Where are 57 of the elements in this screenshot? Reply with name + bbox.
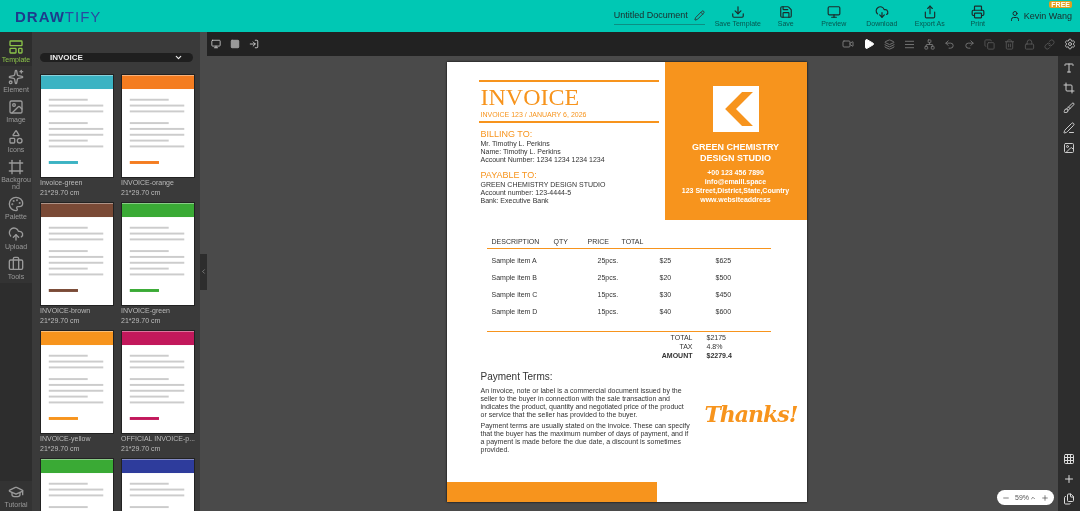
image-icon[interactable] <box>1063 142 1075 154</box>
category-dropdown[interactable]: INVOICE <box>40 53 193 62</box>
image-icon <box>8 99 24 115</box>
document-title-field[interactable]: Untitled Document <box>613 7 705 25</box>
toolbox-icon <box>8 256 24 272</box>
collapse-handle[interactable] <box>200 253 207 290</box>
grid-icon[interactable] <box>1063 453 1075 465</box>
printer-icon <box>970 5 985 19</box>
monitor-icon <box>826 5 841 19</box>
chevron-left-icon <box>200 268 207 275</box>
settings-icon[interactable] <box>1064 38 1076 50</box>
template-thumbnail[interactable] <box>40 202 114 306</box>
thanks-text: Thanks! <box>704 401 798 429</box>
palette-icon <box>8 196 24 212</box>
crop-icon[interactable] <box>1063 82 1075 94</box>
logo[interactable]: DRAWTIFY <box>15 7 102 25</box>
layers-icon[interactable] <box>884 38 895 50</box>
undo-icon[interactable] <box>944 38 955 50</box>
add-icon[interactable] <box>1063 473 1075 485</box>
share-icon <box>922 5 937 19</box>
graduation-cap-icon <box>8 484 24 500</box>
video-icon[interactable] <box>842 38 854 50</box>
sparkles-icon <box>8 69 24 85</box>
zoom-in-button[interactable] <box>1041 493 1049 502</box>
pencil-icon <box>693 9 705 21</box>
template-thumbnail[interactable] <box>40 330 114 434</box>
text-icon[interactable] <box>1063 62 1075 74</box>
group-icon[interactable] <box>924 38 935 50</box>
company-name: GREEN CHEMISTRY DESIGN STUDIO <box>690 142 781 164</box>
template-thumbnail[interactable] <box>121 330 195 434</box>
terms-heading: Payment Terms: <box>480 371 554 382</box>
pages-icon[interactable] <box>1063 493 1075 505</box>
save-icon <box>778 5 793 19</box>
caret-icon <box>174 53 183 62</box>
cloud-download-icon <box>874 5 889 19</box>
user-icon <box>1008 10 1021 22</box>
download-icon <box>730 5 745 19</box>
pen-icon[interactable] <box>1063 122 1075 134</box>
template-thumbnail[interactable] <box>121 202 195 306</box>
monitor-icon[interactable] <box>211 39 221 49</box>
play-icon[interactable] <box>863 38 875 50</box>
invoice-title: INVOICE <box>480 85 581 109</box>
shapes-icon <box>8 129 24 145</box>
template-thumbnail[interactable] <box>121 74 195 178</box>
section-heading: BILLING TO: <box>480 129 534 139</box>
template-thumbnail[interactable] <box>40 74 114 178</box>
cloud-upload-icon <box>8 226 24 242</box>
template-icon <box>8 39 24 55</box>
square-icon[interactable] <box>230 39 240 49</box>
logo-icon <box>712 86 759 132</box>
user-name[interactable]: Kevin Wang <box>1023 11 1072 21</box>
enter-icon[interactable] <box>249 39 259 49</box>
align-icon[interactable] <box>904 38 915 50</box>
redo-icon[interactable] <box>964 38 975 50</box>
caret-icon <box>1030 494 1036 501</box>
brush-icon[interactable] <box>1063 102 1075 114</box>
section-heading: PAYABLE TO: <box>480 170 538 180</box>
